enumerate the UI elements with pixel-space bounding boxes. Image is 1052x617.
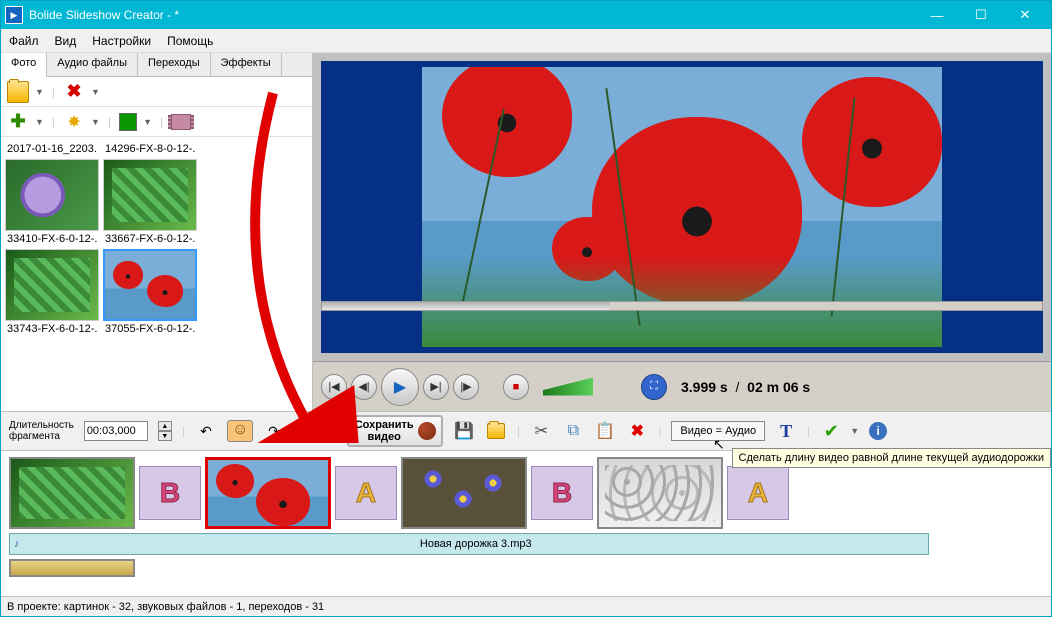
open-icon[interactable] <box>485 420 507 442</box>
delete-clip-icon[interactable]: ✖ <box>626 420 648 442</box>
thumbnail[interactable] <box>103 159 197 231</box>
thumb-label: 14296-FX-8-0-12-... <box>105 143 195 155</box>
audio-track-label: Новая дорожка 3.mp3 <box>28 538 925 550</box>
duration-label: Длительностьфрагмента <box>9 420 74 442</box>
record-icon <box>418 422 436 440</box>
media-panel: Фото Аудио файлы Переходы Эффекты ▼ | ✖▼… <box>1 53 313 411</box>
timeline-clip[interactable] <box>401 457 527 529</box>
stop-button[interactable]: ■ <box>503 374 529 400</box>
tab-effects[interactable]: Эффекты <box>211 53 282 76</box>
prev-frame-button[interactable]: ◀| <box>351 374 377 400</box>
timeline-clip[interactable] <box>9 457 135 529</box>
spin-up-icon[interactable]: ▲ <box>158 421 172 431</box>
add-icon[interactable]: ✚ <box>7 111 29 133</box>
resolution-label: 720x5764:3 <box>295 419 337 443</box>
thumbnail-grid[interactable]: 2017-01-16_2203... 14296-FX-8-0-12-... 3… <box>1 137 312 411</box>
next-frame-button[interactable]: ▶| <box>423 374 449 400</box>
preview-pane: |◀ ◀| ▶ ▶| |▶ ■ ⛶ 3.999 s / 02 m 06 s <box>313 53 1051 411</box>
maximize-button[interactable]: ☐ <box>959 1 1003 29</box>
thumb-label: 33667-FX-6-0-12-... <box>105 233 195 245</box>
transition-slot[interactable]: B <box>531 466 593 520</box>
cursor-icon: ↖ <box>713 436 725 453</box>
dropdown-icon[interactable]: ▼ <box>143 117 152 127</box>
volume-slider[interactable] <box>543 378 593 396</box>
dropdown-icon[interactable]: ▼ <box>91 117 100 127</box>
close-button[interactable]: ✕ <box>1003 1 1047 29</box>
first-frame-button[interactable]: |◀ <box>321 374 347 400</box>
film-icon[interactable] <box>171 114 191 130</box>
apply-icon[interactable]: ✔ <box>820 420 842 442</box>
rotate-left-icon[interactable]: ↶ <box>195 420 217 442</box>
play-button[interactable]: ▶ <box>381 368 419 406</box>
tab-audio[interactable]: Аудио файлы <box>47 53 138 76</box>
thumb-label: 2017-01-16_2203... <box>7 143 97 155</box>
media-toolbar-2: ✚▼ | ✸▼ | ▼ | <box>1 107 312 137</box>
timeline[interactable]: B A B A ♪ Новая дорожка 3.mp3 <box>1 451 1051 596</box>
thumbnail[interactable] <box>5 249 99 321</box>
paste-icon[interactable]: 📋 <box>594 420 616 442</box>
status-text: В проекте: картинок - 32, звуковых файло… <box>7 601 324 613</box>
media-toolbar-1: ▼ | ✖▼ <box>1 77 312 107</box>
timeline-clip[interactable] <box>9 559 135 577</box>
open-folder-icon[interactable] <box>7 81 29 103</box>
cut-icon[interactable]: ✂ <box>530 420 552 442</box>
tooltip: Сделать длину видео равной длине текущей… <box>732 448 1052 468</box>
transition-slot[interactable]: B <box>139 466 201 520</box>
player-controls: |◀ ◀| ▶ ▶| |▶ ■ ⛶ 3.999 s / 02 m 06 s <box>313 361 1051 411</box>
statusbar: В проекте: картинок - 32, звуковых файло… <box>1 596 1051 616</box>
minimize-button[interactable]: — <box>915 1 959 29</box>
dropdown-icon[interactable]: ▼ <box>91 87 100 97</box>
thumb-label: 33410-FX-6-0-12-... <box>7 233 97 245</box>
info-icon[interactable]: i <box>869 422 887 440</box>
dropdown-icon[interactable]: ▼ <box>35 87 44 97</box>
app-icon <box>5 6 23 24</box>
timeline-toolbar: Длительностьфрагмента ▲ ▼ | ↶ ↷ 720x5764… <box>1 411 1051 451</box>
note-icon: ♪ <box>14 538 20 550</box>
text-icon[interactable]: T <box>775 420 797 442</box>
spin-down-icon[interactable]: ▼ <box>158 431 172 441</box>
thumb-label: 33743-FX-6-0-12-... <box>7 323 97 335</box>
tab-photo[interactable]: Фото <box>1 53 47 77</box>
menu-help[interactable]: Помощь <box>167 34 213 48</box>
progress-bar[interactable] <box>321 301 1043 311</box>
menu-file[interactable]: Файл <box>9 34 39 48</box>
audio-track[interactable]: ♪ Новая дорожка 3.mp3 <box>9 533 929 555</box>
last-frame-button[interactable]: |▶ <box>453 374 479 400</box>
thumbnail-selected[interactable] <box>103 249 197 321</box>
copy-icon[interactable]: ⧉ <box>562 420 584 442</box>
star-icon[interactable]: ✸ <box>63 111 85 133</box>
timeline-clip-current[interactable] <box>205 457 331 529</box>
save-icon[interactable]: 💾 <box>453 420 475 442</box>
time-display: 3.999 s / 02 m 06 s <box>681 379 810 395</box>
dropdown-icon[interactable]: ▼ <box>35 117 44 127</box>
save-video-button[interactable]: Сохранитьвидео <box>347 415 443 447</box>
fullscreen-button[interactable]: ⛶ <box>641 374 667 400</box>
window-title: Bolide Slideshow Creator - * <box>29 8 915 22</box>
timeline-clip[interactable] <box>597 457 723 529</box>
color-swatch[interactable] <box>119 113 137 131</box>
thumb-label: 37055-FX-6-0-12-... <box>105 323 195 335</box>
dropdown-icon[interactable]: ▼ <box>850 426 859 436</box>
time-current: 3.999 s <box>681 379 728 395</box>
transition-slot[interactable]: A <box>727 466 789 520</box>
duration-input[interactable] <box>84 421 148 441</box>
transition-slot[interactable]: A <box>335 466 397 520</box>
titlebar: Bolide Slideshow Creator - * — ☐ ✕ <box>1 1 1051 29</box>
duration-spinner[interactable]: ▲ ▼ <box>158 421 172 441</box>
media-tabs: Фото Аудио файлы Переходы Эффекты <box>1 53 312 77</box>
menu-view[interactable]: Вид <box>55 34 77 48</box>
tab-transitions[interactable]: Переходы <box>138 53 211 76</box>
menubar: Файл Вид Настройки Помощь <box>1 29 1051 53</box>
delete-icon[interactable]: ✖ <box>63 81 85 103</box>
time-total: 02 m 06 s <box>747 379 810 395</box>
thumbnail[interactable] <box>5 159 99 231</box>
menu-settings[interactable]: Настройки <box>92 34 151 48</box>
rotate-right-icon[interactable]: ↷ <box>263 420 285 442</box>
pan-zoom-icon[interactable] <box>227 420 253 442</box>
